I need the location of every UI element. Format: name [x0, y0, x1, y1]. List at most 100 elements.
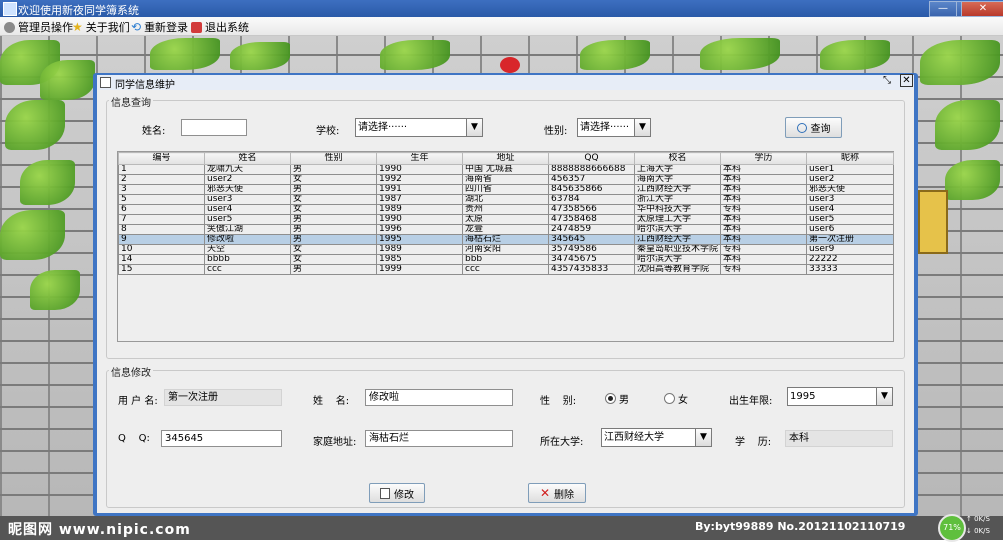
- table-cell: 专科: [720, 244, 807, 255]
- table-scroll-area: 编号 姓名 性别 生年 地址 QQ 校名 学历 昵称 1 龙啸九天男 1990 中国 尤城县 88888…: [117, 151, 894, 342]
- table-cell: 哈尔滨大学: [634, 254, 721, 265]
- table-cell: 1999: [376, 264, 463, 275]
- birth-value: 1995: [790, 391, 816, 402]
- table-cell: 4357435833: [548, 264, 635, 275]
- network-meter[interactable]: 71%: [938, 514, 966, 542]
- chevron-down-icon[interactable]: ▼: [876, 388, 892, 405]
- chevron-down-icon[interactable]: ▼: [695, 429, 711, 446]
- column-header[interactable]: 性别: [290, 152, 377, 165]
- gender-label: 性 别:: [540, 396, 577, 407]
- table-row[interactable]: 1 龙啸九天男 1990 中国 尤城县 8888888666688 上海大学 本科 user1: [118, 164, 894, 175]
- column-header[interactable]: 昵称: [806, 152, 894, 165]
- menu-bar: 管理员操作 ★ 关于我们 ⟲ 重新登录 退出系统: [0, 17, 1003, 36]
- table-row[interactable]: 15 ccc 男 1999 ccc 4357435833 沈阳高等教育学院 专科 33333: [118, 264, 894, 275]
- column-header[interactable]: 生年: [376, 152, 463, 165]
- query-gender-label: 性别:: [544, 126, 568, 137]
- table-cell: 1996: [376, 224, 463, 235]
- birdhouse-decoration: [918, 190, 948, 254]
- ivy-leaf: [700, 38, 780, 70]
- query-gender-select[interactable]: 请选择······ ▼: [577, 118, 651, 137]
- table-cell: 男: [290, 214, 377, 225]
- table-cell: 本科: [720, 164, 807, 175]
- upload-speed: ↑ 0K/S: [966, 515, 990, 523]
- ivy-leaf: [0, 210, 65, 260]
- table-cell: bbbb: [204, 254, 291, 265]
- table-cell: 太原: [462, 214, 549, 225]
- chevron-down-icon[interactable]: ▼: [634, 119, 650, 136]
- table-cell: 龙壹: [462, 224, 549, 235]
- chevron-down-icon[interactable]: ▼: [466, 119, 482, 136]
- table-row[interactable]: 7 user5 男 1990 太原 47358468 太原理工大学 本科 user5: [118, 214, 894, 225]
- delete-button[interactable]: ✕ 删除: [528, 483, 586, 503]
- restore-icon[interactable]: ⤡: [883, 75, 891, 86]
- window-title: 欢迎使用新夜同学簿系统: [18, 4, 139, 17]
- table-row[interactable]: 6 user4 女 1989 贵州 47358566 华中科技大学 专科 user4: [118, 204, 894, 215]
- ivy-leaf: [150, 38, 220, 70]
- table-cell: 男: [290, 224, 377, 235]
- search-button[interactable]: 查询: [785, 117, 842, 138]
- university-select[interactable]: 江西财经大学 ▼: [601, 428, 712, 447]
- ivy-leaf: [935, 100, 1000, 150]
- table-row[interactable]: 5 user3 女 1987 湖北 63784 浙江大学 本科 user3: [118, 194, 894, 205]
- university-label: 所在大学:: [540, 437, 584, 448]
- birth-label: 出生年限:: [729, 396, 773, 407]
- menu-about[interactable]: ★ 关于我们: [72, 19, 130, 35]
- table-cell: user2: [204, 174, 291, 185]
- table-cell: 本科: [720, 174, 807, 185]
- table-cell: 海枯石烂: [462, 234, 549, 245]
- birth-select[interactable]: 1995 ▼: [787, 387, 893, 406]
- minimize-button[interactable]: —: [929, 1, 957, 17]
- column-header[interactable]: 校名: [634, 152, 721, 165]
- query-name-input[interactable]: [181, 119, 247, 136]
- table-row[interactable]: 2 user2 女 1992 海南省 456357 海南大学 本科 user2: [118, 174, 894, 185]
- table-cell: 专科: [720, 204, 807, 215]
- menu-exit[interactable]: 退出系统: [191, 19, 249, 35]
- table-row[interactable]: 9 修改啦男 1995 海枯石烂 345645 江西财经大学 本科 第一次注册: [118, 234, 894, 245]
- edit-icon: [380, 487, 390, 499]
- table-cell: 1989: [376, 204, 463, 215]
- table-cell: 2474859: [548, 224, 635, 235]
- table-cell: 海南大学: [634, 174, 721, 185]
- female-label: 女: [678, 395, 688, 406]
- column-header[interactable]: 编号: [118, 152, 205, 165]
- menu-relogin[interactable]: ⟲ 重新登录: [131, 19, 188, 35]
- table-row[interactable]: 8 笑傲江湖男 1996 龙壹 2474859 哈尔滨大学 本科 user6: [118, 224, 894, 235]
- qq-field[interactable]: 345645: [161, 430, 282, 447]
- ivy-leaf: [5, 100, 65, 150]
- delete-label: 删除: [554, 489, 575, 501]
- table-cell: 本科: [720, 184, 807, 195]
- table-cell: 35749586: [548, 244, 635, 255]
- gender-male-radio[interactable]: 男: [605, 391, 629, 406]
- close-button[interactable]: ✕: [961, 1, 1003, 17]
- menu-label: 管理员操作: [18, 21, 73, 34]
- column-header[interactable]: 学历: [720, 152, 807, 165]
- watermark-right: By:byt99889 No.20121102110719: [695, 520, 906, 533]
- table-cell: 太原理工大学: [634, 214, 721, 225]
- table-cell: 1989: [376, 244, 463, 255]
- inner-close-button[interactable]: ✕: [900, 74, 913, 87]
- address-field[interactable]: 海枯石烂: [365, 430, 513, 447]
- modify-button[interactable]: 修改: [369, 483, 425, 503]
- table-row[interactable]: 10 天空女 1989 河南安阳 35749586 秦皇岛职业技术学院 专科 user9: [118, 244, 894, 255]
- table-body: 1 龙啸九天男 1990 中国 尤城县 8888888666688 上海大学 本科 user1…: [118, 164, 894, 275]
- menu-admin[interactable]: 管理员操作: [4, 19, 73, 35]
- table-cell: 本科: [720, 214, 807, 225]
- table-cell: 2: [118, 174, 205, 185]
- column-header[interactable]: 姓名: [204, 152, 291, 165]
- table-cell: 男: [290, 234, 377, 245]
- table-cell: 5: [118, 194, 205, 205]
- query-school-value: 请选择······: [358, 122, 408, 133]
- table-row[interactable]: 3 邪恶天使男 1991 四川省 845635866 江西财经大学 本科 邪恶天使: [118, 184, 894, 195]
- table-cell: 1990: [376, 214, 463, 225]
- query-school-select[interactable]: 请选择······ ▼: [355, 118, 483, 137]
- column-header[interactable]: QQ: [548, 152, 635, 165]
- column-header[interactable]: 地址: [462, 152, 549, 165]
- gender-female-radio[interactable]: 女: [664, 391, 688, 406]
- table-cell: 7: [118, 214, 205, 225]
- name-field[interactable]: 修改啦: [365, 389, 513, 406]
- table-cell: user4: [204, 204, 291, 215]
- table-cell: 1991: [376, 184, 463, 195]
- table-cell: user3: [204, 194, 291, 205]
- table-cell: 14: [118, 254, 205, 265]
- table-row[interactable]: 14 bbbb 女 1985 bbb 34745675 哈尔滨大学 本科 22222: [118, 254, 894, 265]
